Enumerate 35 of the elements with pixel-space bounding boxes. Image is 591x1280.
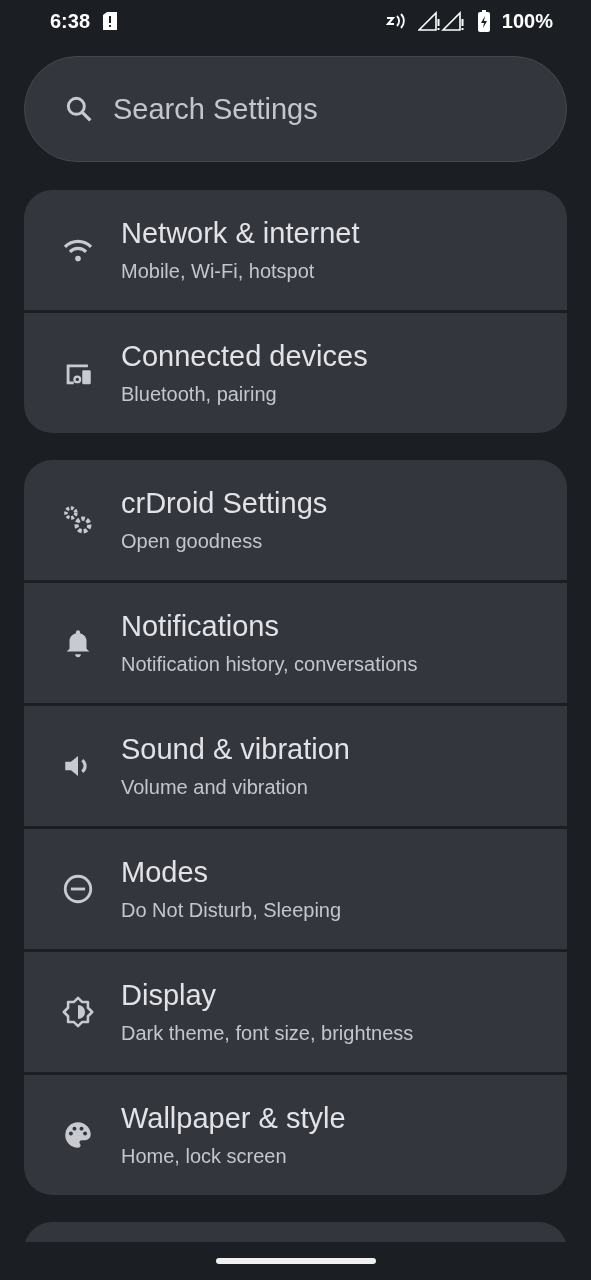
item-title: Sound & vibration — [121, 733, 350, 766]
item-subtitle: Dark theme, font size, brightness — [121, 1022, 414, 1045]
search-bar[interactable]: Search Settings — [24, 56, 567, 162]
battery-percentage: 100% — [501, 9, 553, 33]
settings-item[interactable]: Connected devices Bluetooth, pairing — [24, 313, 567, 433]
item-title: Wallpaper & style — [121, 1102, 346, 1135]
item-title: Modes — [121, 856, 210, 889]
minus-circle-icon — [61, 872, 95, 906]
gesture-handle[interactable] — [215, 1258, 376, 1264]
item-subtitle: Home, lock screen — [121, 1145, 288, 1168]
item-subtitle: Open goodness — [121, 530, 264, 553]
battery-charging-icon — [477, 10, 490, 32]
item-title: crDroid Settings — [121, 487, 328, 520]
item-title: Display — [121, 979, 218, 1012]
nfc-icon — [385, 13, 406, 29]
brightness-icon — [61, 995, 95, 1029]
item-subtitle: Mobile, Wi-Fi, hotspot — [121, 260, 316, 283]
settings-item[interactable]: Sound & vibration Volume and vibration — [24, 706, 567, 826]
settings-item[interactable]: Modes Do Not Disturb, Sleeping — [24, 829, 567, 949]
settings-item[interactable]: Wallpaper & style Home, lock screen — [24, 1075, 567, 1195]
clock: 6:38 — [50, 9, 91, 33]
settings-item[interactable]: Notifications Notification history, conversations — [24, 583, 567, 703]
item-title: Network & internet — [121, 217, 360, 250]
item-title: Connected devices — [121, 340, 368, 373]
signal-icon — [417, 11, 466, 31]
settings-item[interactable]: Network & internet Mobile, Wi-Fi, hotspot — [24, 190, 567, 310]
settings-item[interactable]: Display Dark theme, font size, brightness — [24, 952, 567, 1072]
item-subtitle: Notification history, conversations — [121, 653, 418, 676]
item-subtitle: Do Not Disturb, Sleeping — [121, 899, 342, 922]
item-subtitle: Bluetooth, pairing — [121, 383, 278, 406]
settings-item[interactable]: crDroid Settings Open goodness — [24, 460, 567, 580]
sim-alert-icon — [102, 11, 119, 31]
search-field[interactable]: Search Settings — [111, 91, 566, 127]
item-title: Notifications — [121, 610, 280, 643]
item-subtitle: Volume and vibration — [121, 776, 309, 799]
